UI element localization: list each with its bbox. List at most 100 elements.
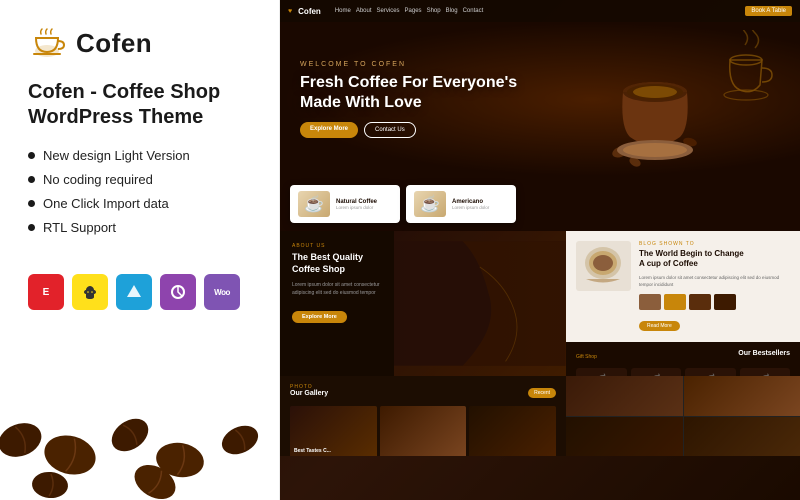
- nav-link-services: Services: [377, 8, 400, 14]
- gift-label: Gift Shop: [576, 354, 597, 360]
- hero-coffee-cup: [610, 42, 700, 177]
- coffee-card-natural-icon: ☕: [298, 191, 330, 217]
- woo-label: Woo: [214, 288, 230, 297]
- hero-secondary-button: Contact Us: [364, 122, 416, 138]
- nav-logo: Cofen: [298, 7, 321, 16]
- hero-content: Welcome To Cofen Fresh Coffee For Everyo…: [300, 61, 780, 137]
- left-panel: Cofen Cofen Cofen - Coffee ShopWordPress…: [0, 0, 280, 500]
- coffee-types-strip: ☕ Natural Coffee Lorem ipsum dolor ☕ Ame…: [280, 177, 800, 231]
- coffee-card-natural-desc: Lorem ipsum dolor: [336, 205, 377, 210]
- blog-image: [576, 241, 631, 332]
- logo-text: Cofen: [76, 28, 152, 59]
- elementor-badge: E: [28, 274, 64, 310]
- gallery-grid: [566, 376, 800, 456]
- gallery-cell-2: [684, 376, 800, 416]
- nav-link-home: Home: [335, 8, 351, 14]
- gallery-img-3: [469, 406, 556, 456]
- bestsellers-title: Our Bestsellers: [738, 350, 790, 357]
- right-mid-panel: Blog Shown To The World Begin to ChangeA…: [566, 231, 800, 376]
- woocommerce-badge: Woo: [204, 274, 240, 310]
- thumb-1: [639, 294, 661, 310]
- right-panel: ♥ Cofen Home About Services Pages Shop B…: [280, 0, 800, 500]
- mailchimp-badge: [72, 274, 108, 310]
- logo-icon: [28, 24, 66, 62]
- bestsellers-grid: ☕ Cappuccino $22 ☕ Americano $8 ☕ Caffè …: [576, 368, 790, 376]
- preview-container: ♥ Cofen Home About Services Pages Shop B…: [280, 0, 800, 500]
- bestseller-cappuccino: ☕ Cappuccino $22: [576, 368, 627, 376]
- gallery-header: Photo Our Gallery Recent: [290, 384, 556, 402]
- nav-cta-button: Book A Table: [745, 6, 792, 16]
- tech-badges: E Woo: [28, 274, 251, 310]
- gallery-img-2: [380, 406, 467, 456]
- blog-label: Blog Shown To: [639, 241, 790, 247]
- feature-label: RTL Support: [43, 220, 116, 235]
- gallery-images: Best Tastes C...: [290, 406, 556, 456]
- gallery-filter-button: Recent: [528, 388, 556, 398]
- bestseller-latte: ☕ Caffè latte $12: [685, 368, 736, 376]
- about-title: The Best QualityCoffee Shop: [292, 252, 554, 275]
- preview-nav: ♥ Cofen Home About Services Pages Shop B…: [280, 0, 800, 22]
- feature-item: One Click Import data: [28, 196, 251, 211]
- about-cta-button: Explore More: [292, 311, 347, 323]
- bullet-icon: [28, 200, 35, 207]
- gallery-cell-3: [566, 417, 683, 457]
- gallery-img-label: Best Tastes C...: [294, 448, 331, 454]
- feature-label: New design Light Version: [43, 148, 190, 163]
- nav-link-about: About: [356, 8, 372, 14]
- thumb-3: [689, 294, 711, 310]
- bestseller-espresso: ☕ Espresso $18: [740, 368, 791, 376]
- bestseller-americano: ☕ Americano $8: [631, 368, 682, 376]
- coffee-card-natural: ☕ Natural Coffee Lorem ipsum dolor: [290, 185, 400, 223]
- feature-label: No coding required: [43, 172, 153, 187]
- coffee-card-americano: ☕ Americano Lorem ipsum dolor: [406, 185, 516, 223]
- bestsellers-header: Gift Shop Our Bestsellers: [576, 350, 790, 363]
- feature-item: RTL Support: [28, 220, 251, 235]
- gallery-img-1: Best Tastes C...: [290, 406, 377, 456]
- feature-item: No coding required: [28, 172, 251, 187]
- preview-hero: Welcome To Cofen Fresh Coffee For Everyo…: [280, 22, 800, 177]
- about-desc: Lorem ipsum dolor sit amet consecteturad…: [292, 281, 554, 297]
- about-section: About Us The Best QualityCoffee Shop Lor…: [280, 231, 566, 376]
- feature-label: One Click Import data: [43, 196, 169, 211]
- feature-item: New design Light Version: [28, 148, 251, 163]
- bestsellers-section: Gift Shop Our Bestsellers ☕ Cappuccino $…: [566, 342, 800, 376]
- blog-thumbnails: [639, 294, 790, 310]
- blog-inner: Blog Shown To The World Begin to ChangeA…: [576, 241, 790, 332]
- thumb-4: [714, 294, 736, 310]
- product-title: Cofen Cofen - Coffee ShopWordPress Theme: [28, 80, 251, 130]
- hero-primary-button: Explore More: [300, 122, 358, 138]
- bullet-icon: [28, 224, 35, 231]
- gallery-cell-1: [566, 376, 683, 416]
- features-list: New design Light Version No coding requi…: [28, 148, 251, 244]
- beans-decoration: [0, 390, 279, 500]
- gallery-cell-4: [684, 417, 800, 457]
- logo-row: Cofen: [28, 24, 251, 62]
- thumb-2: [664, 294, 686, 310]
- bullet-icon: [28, 152, 35, 159]
- revolution-badge: [160, 274, 196, 310]
- about-label: About Us: [292, 243, 554, 249]
- preview-bottom: Photo Our Gallery Recent Best Tastes C..…: [280, 376, 800, 456]
- hero-title: Fresh Coffee For Everyone'sMade With Lov…: [300, 73, 780, 111]
- blog-desc: Lorem ipsum dolor sit amet consectetur a…: [639, 274, 790, 288]
- bullet-icon: [28, 176, 35, 183]
- wpbakery-badge: [116, 274, 152, 310]
- coffee-card-natural-name: Natural Coffee: [336, 199, 377, 205]
- hero-buttons: Explore More Contact Us: [300, 122, 780, 138]
- coffee-card-americano-desc: Lorem ipsum dolor: [452, 205, 489, 210]
- nav-links: Home About Services Pages Shop Blog Cont…: [335, 8, 483, 14]
- nav-link-contact: Contact: [463, 8, 484, 14]
- coffee-card-americano-icon: ☕: [414, 191, 446, 217]
- gallery-section: Photo Our Gallery Recent Best Tastes C..…: [280, 376, 566, 456]
- nav-link-shop: Shop: [427, 8, 441, 14]
- blog-read-more-button: Read More: [639, 321, 680, 331]
- gallery-title: Our Gallery: [290, 390, 328, 397]
- blog-section: Blog Shown To The World Begin to ChangeA…: [566, 231, 800, 342]
- about-content: About Us The Best QualityCoffee Shop Lor…: [292, 243, 554, 323]
- preview-middle: About Us The Best QualityCoffee Shop Lor…: [280, 231, 800, 376]
- blog-text: Blog Shown To The World Begin to ChangeA…: [639, 241, 790, 332]
- hero-subtitle: Welcome To Cofen: [300, 61, 780, 68]
- nav-link-blog: Blog: [446, 8, 458, 14]
- blog-title: The World Begin to ChangeA cup of Coffee: [639, 249, 790, 270]
- nav-heart-icon: ♥: [288, 8, 292, 15]
